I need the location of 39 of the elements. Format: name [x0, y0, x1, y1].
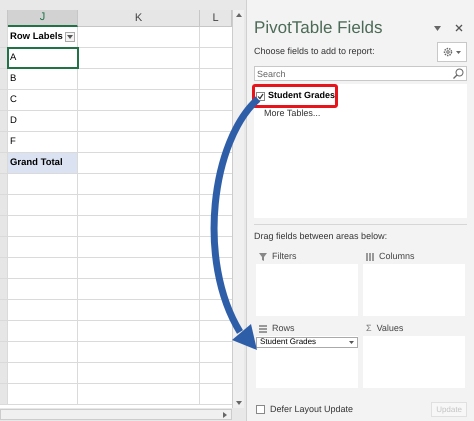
area-label: Columns — [379, 250, 415, 263]
table-cell: D — [8, 111, 78, 131]
area-label: Values — [376, 322, 404, 335]
table-cell: C — [8, 90, 78, 110]
scroll-down-icon[interactable] — [236, 401, 242, 405]
grand-total-cell: Grand Total — [8, 153, 78, 173]
caret-icon[interactable] — [349, 340, 354, 344]
caret-icon[interactable] — [434, 26, 441, 30]
field-label[interactable]: Student Grades — [268, 89, 336, 103]
row-labels-header: Row Labels — [8, 27, 78, 47]
scroll-up-icon[interactable] — [236, 13, 242, 17]
scroll-right-icon[interactable] — [223, 412, 227, 418]
column-header[interactable]: J — [8, 10, 78, 27]
pane-title: PivotTable Fields — [254, 17, 383, 40]
table-cell: F — [8, 132, 78, 152]
settings-button[interactable] — [437, 42, 467, 62]
sigma-icon: Σ — [366, 322, 372, 336]
horizontal-scrollbar[interactable] — [0, 409, 232, 420]
field-checkbox[interactable] — [256, 92, 265, 100]
areas-instruction: Drag fields between areas below: — [254, 230, 388, 243]
defer-checkbox[interactable] — [256, 405, 265, 414]
drop-area[interactable]: Student Grades — [256, 336, 358, 388]
columns-icon — [366, 252, 374, 260]
filter-dropdown-button[interactable] — [65, 32, 75, 42]
gear-icon — [443, 47, 453, 57]
defer-label: Defer Layout Update — [270, 402, 354, 416]
column-header[interactable]: K — [78, 10, 200, 27]
table-cell: B — [8, 69, 78, 89]
caret-icon — [456, 50, 461, 54]
filter-icon — [259, 252, 267, 260]
instruction-text: Choose fields to add to report: — [254, 45, 375, 58]
rows-icon — [259, 324, 267, 332]
area-field-chip[interactable]: Student Grades — [256, 336, 358, 348]
area-label: Filters — [272, 250, 296, 263]
table-cell: A — [8, 48, 78, 68]
more-tables-link[interactable]: More Tables... — [264, 107, 320, 120]
area-label: Rows — [272, 322, 295, 335]
vertical-scrollbar[interactable] — [232, 10, 244, 408]
close-icon[interactable] — [455, 24, 463, 32]
